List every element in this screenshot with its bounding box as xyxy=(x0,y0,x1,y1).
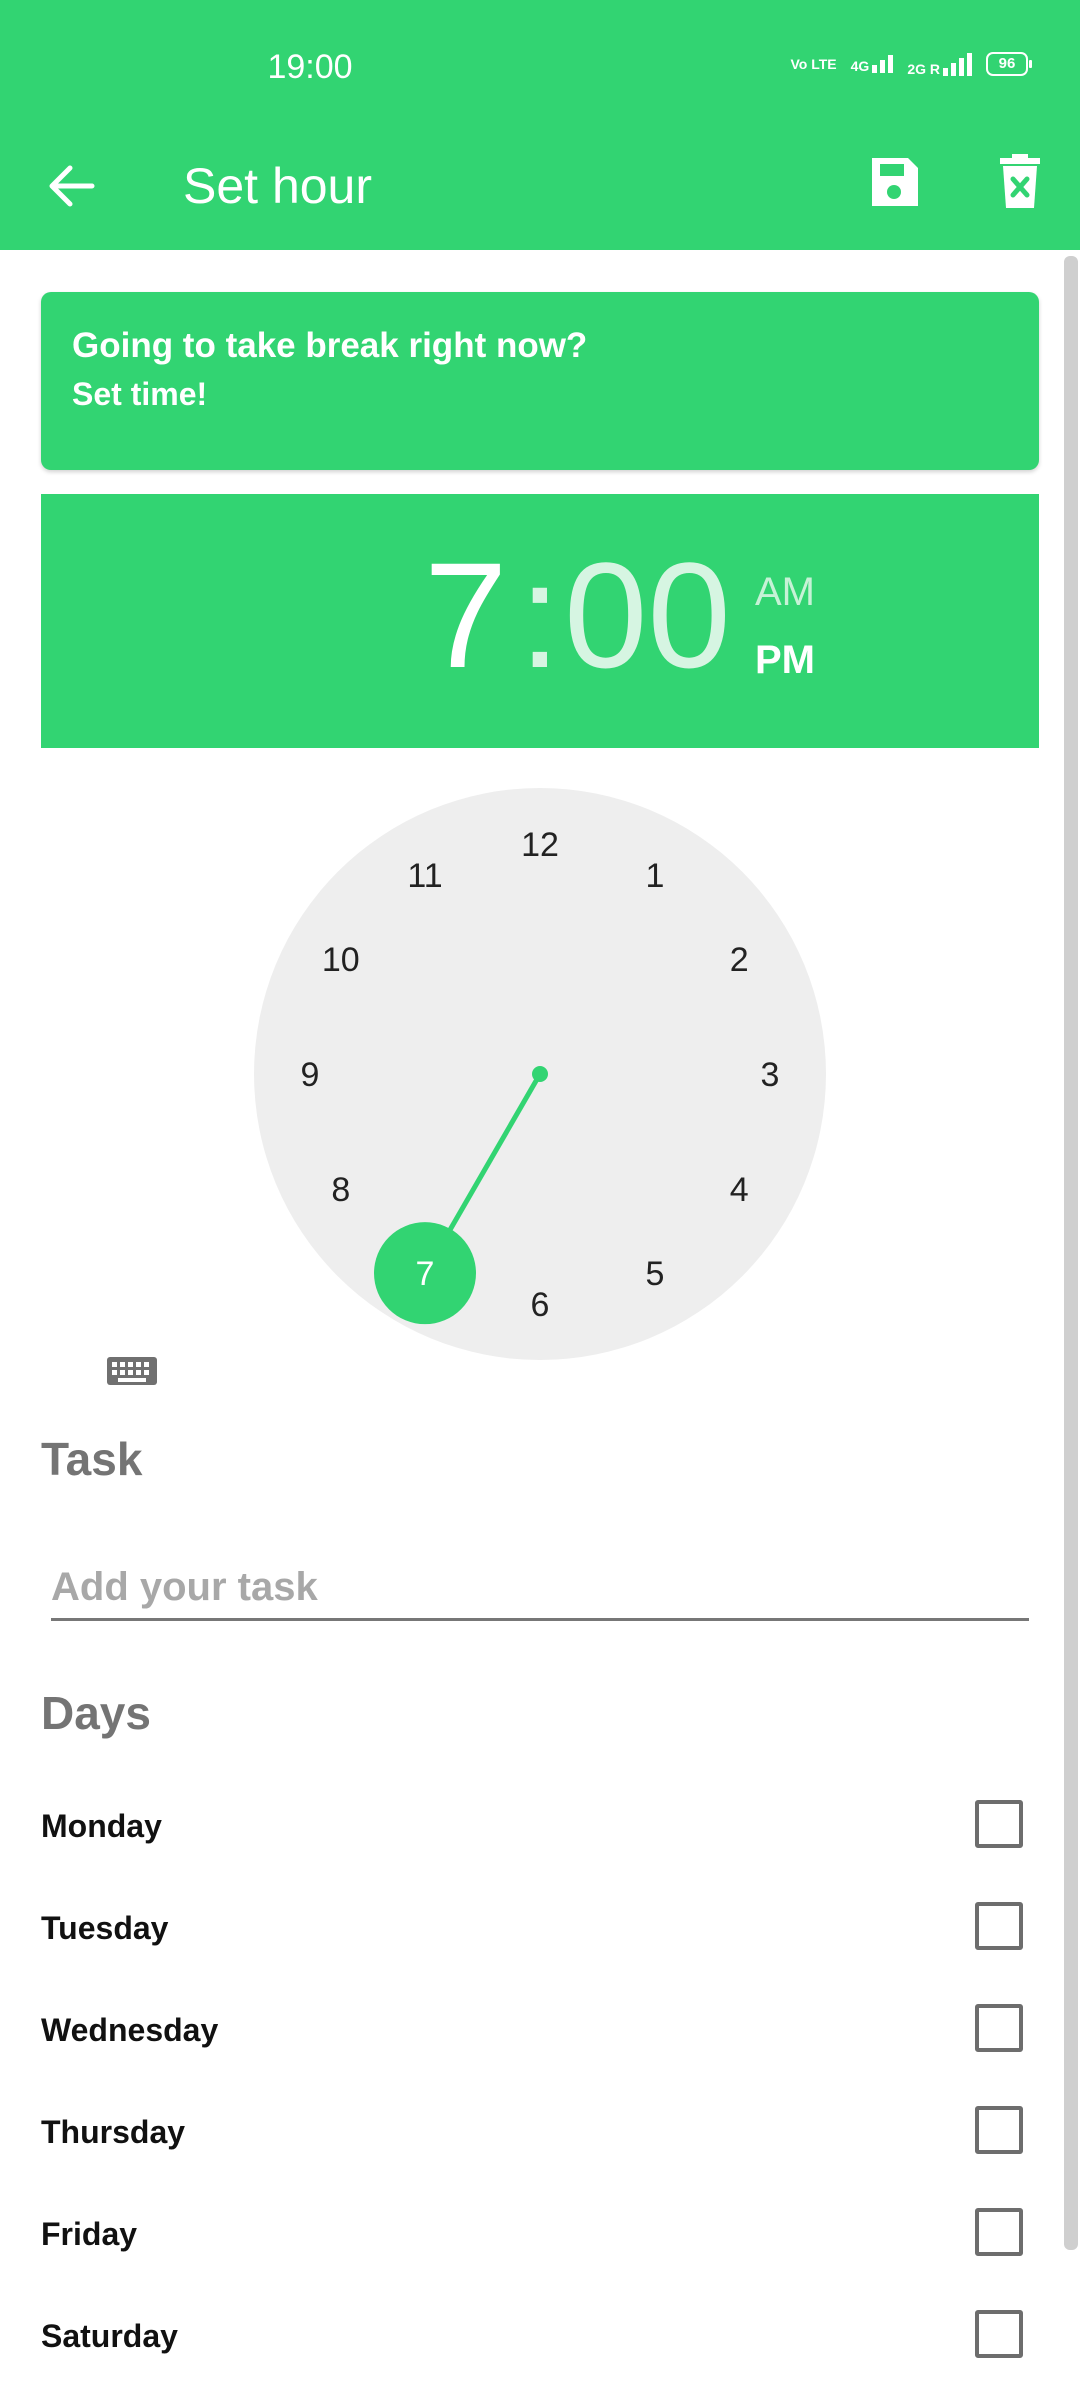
clock-number-10[interactable]: 10 xyxy=(322,941,360,979)
clock-number-1[interactable]: 1 xyxy=(646,857,665,895)
clock-number-8[interactable]: 8 xyxy=(331,1171,350,1209)
clock-number-3[interactable]: 3 xyxy=(761,1056,780,1094)
days-heading: Days xyxy=(41,1687,151,1739)
day-label: Monday xyxy=(41,1808,162,1844)
clock-number-7[interactable]: 7 xyxy=(416,1255,435,1293)
clock-number-4[interactable]: 4 xyxy=(730,1171,749,1209)
clock-number-12[interactable]: 12 xyxy=(521,826,559,864)
clock-number-5[interactable]: 5 xyxy=(646,1255,665,1293)
day-label: Saturday xyxy=(41,2318,178,2354)
tuesday-checkbox[interactable] xyxy=(975,1902,1023,1950)
day-label: Thursday xyxy=(41,2114,186,2150)
day-row-saturday[interactable]: Saturday xyxy=(41,2298,1031,2378)
day-label: Tuesday xyxy=(41,1910,169,1946)
friday-checkbox[interactable] xyxy=(975,2208,1023,2256)
day-row-tuesday[interactable]: Tuesday xyxy=(41,1890,1031,1970)
thursday-checkbox[interactable] xyxy=(975,2106,1023,2154)
task-input[interactable] xyxy=(51,1556,1029,1621)
day-row-friday[interactable]: Friday xyxy=(41,2196,1031,2276)
clock-dial[interactable]: 121234567891011 xyxy=(0,0,1080,1400)
saturday-checkbox[interactable] xyxy=(975,2310,1023,2358)
clock-number-11[interactable]: 11 xyxy=(407,857,442,895)
clock-center-dot xyxy=(532,1066,548,1082)
clock-number-2[interactable]: 2 xyxy=(730,941,749,979)
day-row-thursday[interactable]: Thursday xyxy=(41,2094,1031,2174)
clock-number-9[interactable]: 9 xyxy=(301,1056,320,1094)
keyboard-icon[interactable] xyxy=(106,1356,158,1386)
clock-number-6[interactable]: 6 xyxy=(531,1286,550,1324)
day-row-monday[interactable]: Monday xyxy=(41,1788,1031,1868)
day-row-wednesday[interactable]: Wednesday xyxy=(41,1992,1031,2072)
day-label: Wednesday xyxy=(41,2012,219,2048)
wednesday-checkbox[interactable] xyxy=(975,2004,1023,2052)
monday-checkbox[interactable] xyxy=(975,1800,1023,1848)
day-label: Friday xyxy=(41,2216,138,2252)
task-heading: Task xyxy=(41,1433,143,1485)
